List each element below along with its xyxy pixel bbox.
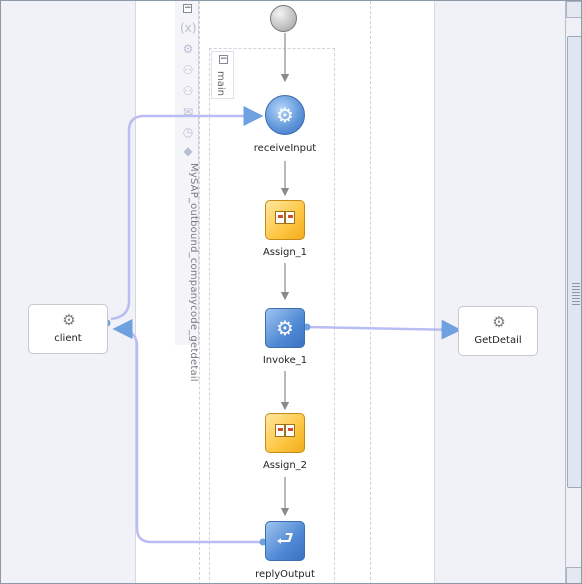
invoke-to-getdetail-wire (306, 319, 462, 340)
partner-link-client[interactable]: ⚙ client (28, 304, 108, 354)
assign-icon (285, 211, 295, 224)
invoke-activity[interactable]: ⚙ (265, 308, 305, 348)
vertical-scrollbar[interactable] (565, 1, 581, 583)
gear-icon: ⚙ (276, 103, 294, 127)
scroll-up-button[interactable] (566, 1, 581, 18)
assign-icon (285, 424, 295, 437)
invoke-label: Invoke_1 (262, 355, 308, 366)
assign-activity[interactable] (265, 413, 305, 453)
scroll-down-button[interactable] (566, 567, 581, 583)
scroll-thumb[interactable] (567, 36, 581, 488)
partner-label: GetDetail (474, 335, 522, 346)
flow-connectors (103, 33, 462, 546)
assign-icon (275, 424, 285, 437)
bpel-designer-canvas[interactable]: − (x) ⚙ ⚇ ⚇ ✉ ◷ ◆ MySAP_outbound_company… (0, 0, 582, 584)
reply-activity[interactable]: ⮐ (265, 521, 305, 561)
reply-icon: ⮐ (276, 526, 294, 550)
gear-icon: ⚙ (276, 316, 294, 340)
partner-label: client (54, 333, 82, 344)
process-start-node[interactable] (270, 5, 297, 32)
reply-to-client-wire (112, 319, 262, 544)
grip-icon (572, 283, 580, 305)
assign-label: Assign_1 (262, 247, 308, 258)
assign-activity[interactable] (265, 200, 305, 240)
client-to-receive-wire (110, 106, 264, 321)
receive-activity[interactable]: ⚙ (265, 95, 305, 135)
gear-icon: ⚙ (62, 311, 76, 329)
reply-label: replyOutput (255, 569, 315, 580)
receive-label: receiveInput (253, 143, 317, 154)
assign-icon (275, 211, 285, 224)
partner-link-getdetail[interactable]: ⚙ GetDetail (458, 306, 538, 356)
gear-icon: ⚙ (492, 313, 506, 331)
assign-label: Assign_2 (262, 460, 308, 471)
